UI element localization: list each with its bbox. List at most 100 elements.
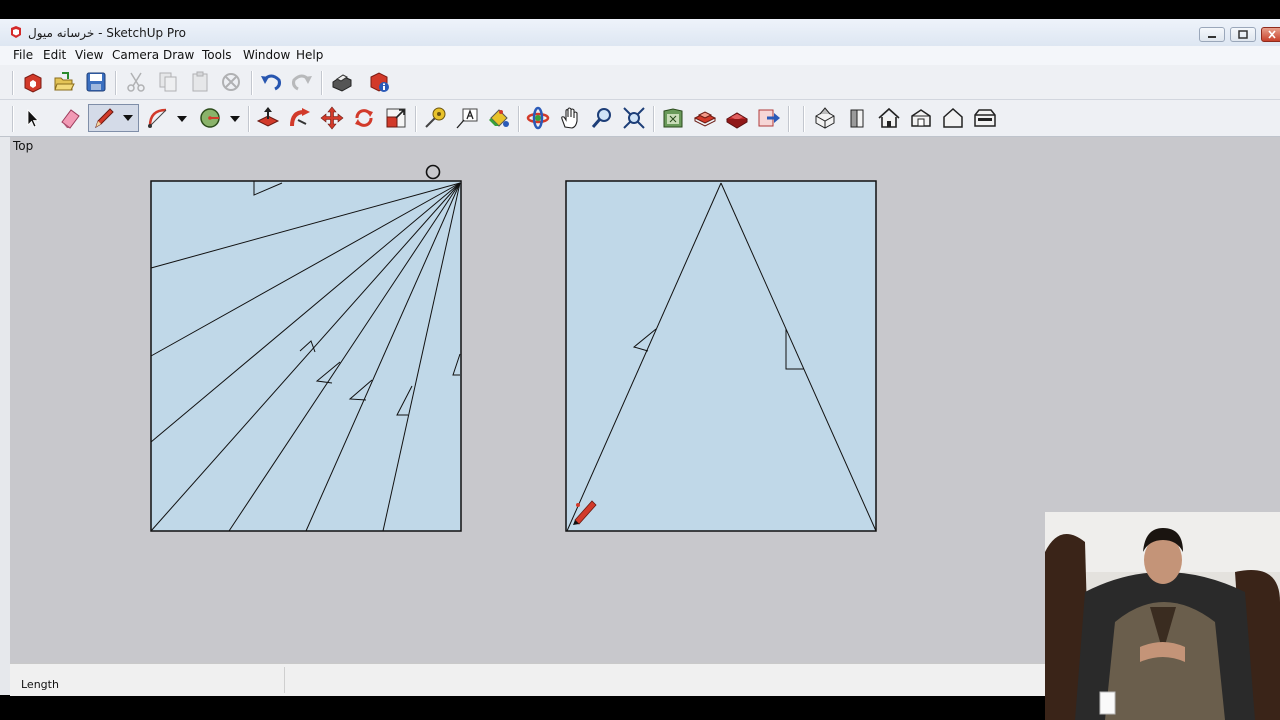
toolbar-separator xyxy=(788,106,790,132)
warehouse-icon xyxy=(663,108,683,128)
menu-edit[interactable]: Edit xyxy=(43,48,66,62)
circle-icon xyxy=(200,108,220,128)
maximize-icon xyxy=(1238,30,1248,39)
zoom-extents-icon xyxy=(623,107,645,129)
right-square-face[interactable] xyxy=(565,180,877,532)
styles-button[interactable] xyxy=(725,106,749,130)
send-to-layout-icon xyxy=(758,109,780,127)
title-bar: خرسانه میول - SketchUp Pro xyxy=(0,19,1280,48)
pan-button[interactable] xyxy=(558,106,582,130)
pencil-tool-active[interactable] xyxy=(88,104,139,132)
menu-bar: File Edit View Camera Draw Tools Window … xyxy=(0,46,1280,65)
menu-view[interactable]: View xyxy=(75,48,103,62)
new-button[interactable] xyxy=(21,70,45,94)
eraser-icon xyxy=(61,109,80,129)
toolbar-separator xyxy=(653,106,655,132)
save-button[interactable] xyxy=(84,70,108,94)
chevron-down-icon[interactable] xyxy=(229,115,241,123)
vertex-inference-marker xyxy=(425,164,441,180)
orbit-button[interactable] xyxy=(526,106,550,130)
move-button[interactable] xyxy=(320,106,344,130)
eraser-button[interactable] xyxy=(58,106,82,130)
tape-measure-icon xyxy=(425,107,446,128)
cut-icon xyxy=(127,72,145,92)
send-to-layout-button[interactable] xyxy=(757,106,781,130)
chevron-down-icon xyxy=(123,115,133,121)
menu-file[interactable]: File xyxy=(13,48,33,62)
toolbar-separator xyxy=(518,106,520,132)
zoom-extents-button[interactable] xyxy=(622,106,646,130)
chevron-down-icon[interactable] xyxy=(176,115,188,123)
presenter-webcam xyxy=(1045,512,1280,720)
toolbar-separator xyxy=(251,71,253,95)
select-button[interactable] xyxy=(20,106,44,130)
standard-toolbar xyxy=(0,65,1280,100)
toolbar-grip xyxy=(803,106,805,132)
redo-icon xyxy=(292,74,312,91)
back-view-button[interactable] xyxy=(941,106,965,130)
orbit-icon xyxy=(526,106,550,130)
menu-window[interactable]: Window xyxy=(243,48,290,62)
model-drawing[interactable] xyxy=(10,137,1045,663)
minimize-button[interactable] xyxy=(1199,27,1225,42)
erase-selection-button[interactable] xyxy=(219,70,243,94)
arc-icon xyxy=(148,108,167,128)
front-view-button[interactable] xyxy=(845,106,869,130)
top-view-icon xyxy=(878,107,900,128)
left-view-button[interactable] xyxy=(973,106,997,130)
front-view-icon xyxy=(850,109,864,128)
close-button[interactable] xyxy=(1261,27,1280,42)
paste-button[interactable] xyxy=(188,70,212,94)
print-icon xyxy=(332,74,352,92)
rotate-icon xyxy=(355,109,373,127)
zoom-icon xyxy=(591,108,611,128)
menu-draw[interactable]: Draw xyxy=(163,48,194,62)
copy-icon xyxy=(159,72,177,92)
select-icon xyxy=(27,109,39,128)
measurements-separator xyxy=(284,667,285,693)
tools-toolbar xyxy=(0,100,1280,137)
tape-measure-button[interactable] xyxy=(423,106,447,130)
undo-button[interactable] xyxy=(259,70,283,94)
top-view-button[interactable] xyxy=(877,106,901,130)
status-bar: Length xyxy=(10,663,1045,696)
window-title: خرسانه میول - SketchUp Pro xyxy=(28,26,186,40)
copy-button[interactable] xyxy=(156,70,180,94)
redo-button[interactable] xyxy=(290,70,314,94)
cut-button[interactable] xyxy=(124,70,148,94)
push-pull-button[interactable] xyxy=(256,106,280,130)
toolbar-separator xyxy=(115,71,117,95)
save-icon xyxy=(86,72,106,92)
iso-view-button[interactable] xyxy=(813,106,837,130)
print-button[interactable] xyxy=(330,70,354,94)
model-info-button[interactable] xyxy=(368,70,392,94)
rotate-button[interactable] xyxy=(352,106,376,130)
toolbar-grip xyxy=(12,106,14,132)
open-button[interactable] xyxy=(52,70,76,94)
scale-icon xyxy=(386,108,406,128)
sketchup-app-icon xyxy=(11,26,21,38)
screen-top-bar xyxy=(0,0,1280,19)
pencil-icon xyxy=(95,108,114,129)
warehouse-button[interactable] xyxy=(661,106,685,130)
follow-me-button[interactable] xyxy=(288,106,312,130)
modeling-viewport[interactable]: Top xyxy=(10,137,1045,663)
maximize-button[interactable] xyxy=(1230,27,1256,42)
menu-camera[interactable]: Camera xyxy=(112,48,159,62)
text-button[interactable] xyxy=(455,106,479,130)
move-icon xyxy=(320,106,344,130)
arc-button[interactable] xyxy=(146,106,170,130)
paint-bucket-button[interactable] xyxy=(487,106,511,130)
measurements-label: Length xyxy=(21,678,59,691)
right-view-button[interactable] xyxy=(909,106,933,130)
components-button[interactable] xyxy=(693,106,717,130)
toolbar-separator xyxy=(321,71,323,95)
open-icon xyxy=(54,72,75,91)
menu-tools[interactable]: Tools xyxy=(202,48,232,62)
circle-button[interactable] xyxy=(198,106,222,130)
zoom-button[interactable] xyxy=(590,106,614,130)
window-left-edge xyxy=(0,137,10,695)
toolbar-separator xyxy=(415,106,417,132)
scale-button[interactable] xyxy=(384,106,408,130)
menu-help[interactable]: Help xyxy=(296,48,323,62)
